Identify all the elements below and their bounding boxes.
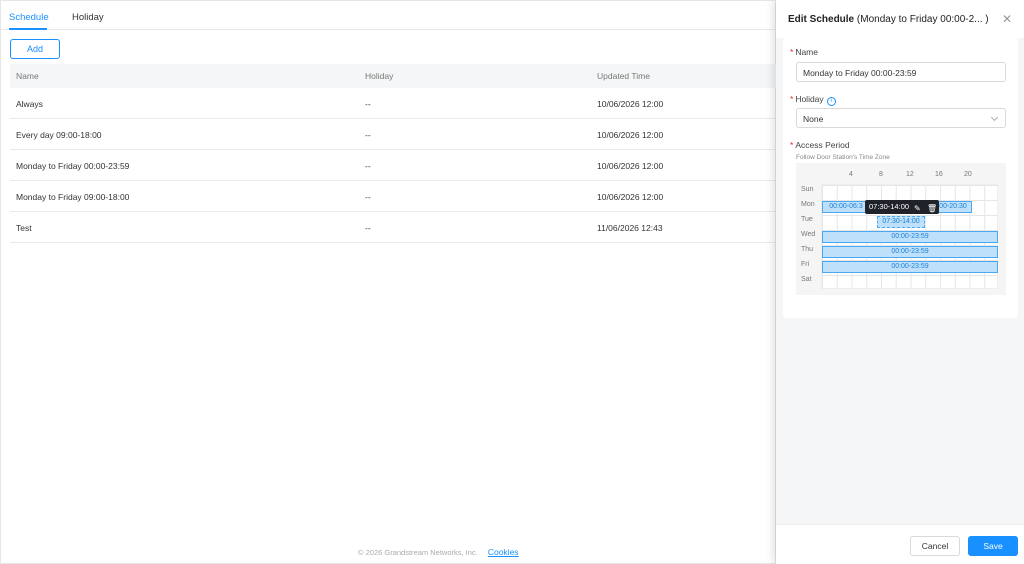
table-row[interactable]: Monday to Friday 09:00-18:00 -- 10/06/20… xyxy=(10,181,777,212)
table-row[interactable]: Monday to Friday 00:00-23:59 -- 10/06/20… xyxy=(10,150,777,181)
access-period-label: * Access Period xyxy=(790,140,850,150)
tab-schedule[interactable]: Schedule xyxy=(9,12,49,23)
hour-label: 4 xyxy=(849,171,853,178)
time-segment-fri[interactable]: 00:00-23:59 xyxy=(822,261,998,273)
holiday-label-text: Holiday xyxy=(795,94,824,104)
table-row[interactable]: Always -- 10/06/2026 12:00 xyxy=(10,88,777,119)
holiday-select[interactable]: None xyxy=(796,108,1006,128)
add-button[interactable]: Add xyxy=(10,39,60,59)
drawer-title: Edit Schedule (Monday to Friday 00:00-2.… xyxy=(788,14,989,25)
day-label: Sun xyxy=(801,186,814,193)
segment-tooltip: 07:30-14:00 ✎ 🗑 xyxy=(865,200,939,214)
schedule-page: Schedule Holiday Add Name Holiday Update… xyxy=(0,0,777,564)
name-label-text: Name xyxy=(795,47,818,57)
cell-name: Monday to Friday 09:00-18:00 xyxy=(16,192,130,202)
day-label: Thu xyxy=(801,246,814,253)
drawer-title-rest: (Monday to Friday 00:00-2... ) xyxy=(856,14,989,25)
tooltip-time: 07:30-14:00 xyxy=(869,202,910,211)
tab-holiday[interactable]: Holiday xyxy=(72,12,104,23)
cell-holiday: -- xyxy=(365,223,371,233)
cell-name: Always xyxy=(16,99,43,109)
cell-updated: 10/06/2026 12:00 xyxy=(597,192,664,202)
holiday-label: * Holiday i xyxy=(790,94,836,106)
header-updated-time[interactable]: Updated Time xyxy=(597,71,650,81)
cell-name: Monday to Friday 00:00-23:59 xyxy=(16,161,130,171)
day-label: Wed xyxy=(801,231,816,238)
table-row[interactable]: Test -- 11/06/2026 12:43 xyxy=(10,212,777,243)
required-marker: * xyxy=(790,140,794,150)
schedule-form: * Name Monday to Friday 00:00-23:59 * Holi… xyxy=(783,38,1018,318)
edit-icon[interactable]: ✎ xyxy=(914,202,921,216)
schedule-table: Name Holiday Updated Time Always -- 10/0… xyxy=(10,64,777,243)
cell-name: Test xyxy=(16,223,32,233)
info-icon[interactable]: i xyxy=(826,97,836,106)
close-icon[interactable]: ✕ xyxy=(1002,12,1012,26)
active-tab-indicator xyxy=(9,28,47,30)
day-label: Mon xyxy=(801,201,815,208)
access-period-grid: 4 8 12 16 20 Sun Mon Tue Wed Thu Fri Sat… xyxy=(796,163,1006,295)
edit-schedule-drawer: Edit Schedule (Monday to Friday 00:00-2.… xyxy=(776,0,1024,564)
header-name[interactable]: Name xyxy=(16,71,39,81)
access-period-label-text: Access Period xyxy=(795,140,850,150)
required-marker: * xyxy=(790,47,794,57)
cell-updated: 10/06/2026 12:00 xyxy=(597,130,664,140)
cell-name: Every day 09:00-18:00 xyxy=(16,130,102,140)
cell-holiday: -- xyxy=(365,130,371,140)
hour-label: 12 xyxy=(906,171,914,178)
cell-updated: 10/06/2026 12:00 xyxy=(597,99,664,109)
drawer-header: Edit Schedule (Monday to Friday 00:00-2.… xyxy=(776,0,1024,38)
hour-label: 16 xyxy=(935,171,943,178)
cookies-link[interactable]: Cookies xyxy=(488,547,519,557)
table-header: Name Holiday Updated Time xyxy=(10,64,777,88)
time-segment-thu[interactable]: 00:00-23:59 xyxy=(822,246,998,258)
day-label: Fri xyxy=(801,261,810,268)
name-input[interactable]: Monday to Friday 00:00-23:59 xyxy=(796,62,1006,82)
chevron-down-icon xyxy=(990,113,999,122)
cell-updated: 11/06/2026 12:43 xyxy=(597,223,663,233)
name-label: * Name xyxy=(790,47,818,57)
day-label: Tue xyxy=(801,216,813,223)
drawer-title-bold: Edit Schedule xyxy=(788,14,855,25)
table-row[interactable]: Every day 09:00-18:00 -- 10/06/2026 12:0… xyxy=(10,119,777,150)
time-segment-wed[interactable]: 00:00-23:59 xyxy=(822,231,998,243)
hour-label: 20 xyxy=(964,171,972,178)
required-marker: * xyxy=(790,94,794,104)
copyright-text: © 2026 Grandstream Networks, Inc. xyxy=(358,548,478,557)
cell-updated: 10/06/2026 12:00 xyxy=(597,161,664,171)
cancel-button[interactable]: Cancel xyxy=(910,536,960,556)
tab-bar: Schedule Holiday xyxy=(1,1,777,30)
holiday-select-value: None xyxy=(803,114,824,124)
page-footer: © 2026 Grandstream Networks, Inc. Cookie… xyxy=(358,547,519,557)
cell-holiday: -- xyxy=(365,99,371,109)
header-holiday[interactable]: Holiday xyxy=(365,71,393,81)
trash-icon[interactable]: 🗑 xyxy=(927,202,937,216)
save-button[interactable]: Save xyxy=(968,536,1018,556)
time-segment-mon-2[interactable]: 00-20:30 xyxy=(934,201,972,213)
timezone-note: Follow Door Station's Time Zone xyxy=(796,154,890,161)
drawer-footer: Cancel Save xyxy=(776,524,1024,564)
day-label: Sat xyxy=(801,276,812,283)
cell-holiday: -- xyxy=(365,161,371,171)
cell-holiday: -- xyxy=(365,192,371,202)
hour-label: 8 xyxy=(879,171,883,178)
time-segment-mon-1[interactable]: 00:00-06:3 xyxy=(822,201,870,213)
time-segment-tue[interactable]: 07:30-14:00 xyxy=(877,216,925,228)
